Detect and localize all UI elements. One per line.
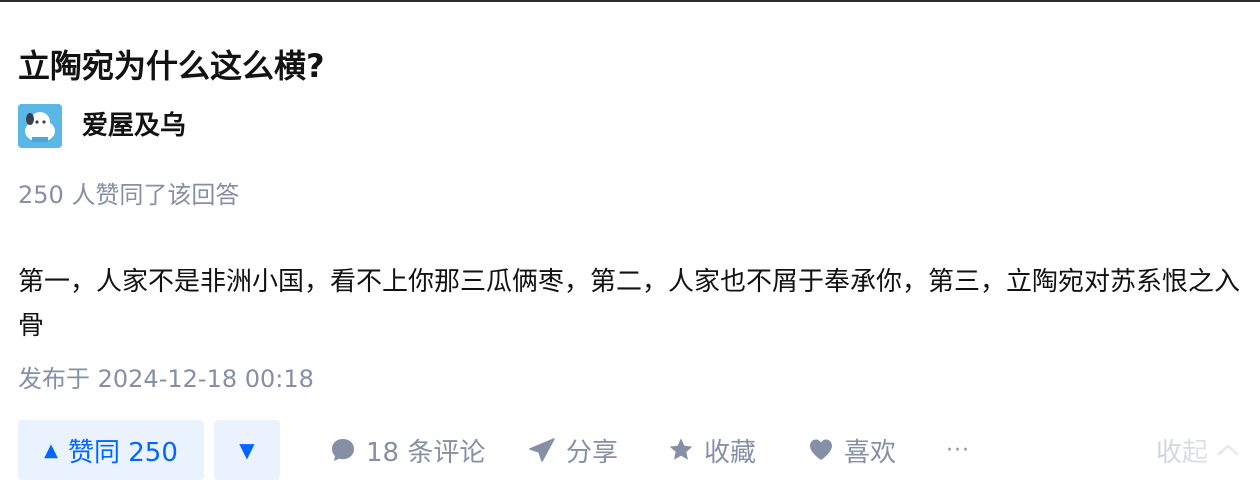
share-button[interactable]: 分享 [528, 420, 618, 480]
question-title[interactable]: 立陶宛为什么这么横? [18, 46, 325, 86]
more-options-button[interactable]: ··· [946, 420, 970, 480]
answer-body: 第一，人家不是非洲小国，看不上你那三瓜俩枣，第二，人家也不屑于奉承你，第三，立陶… [18, 267, 1241, 341]
triangle-up-icon: ▲ [44, 439, 58, 461]
action-bar: ▲ 赞同 250 ▼ 18 条评论 分享 收藏 喜欢 ··· 收起 [18, 420, 1248, 480]
author-name[interactable]: 爱屋及乌 [82, 102, 186, 150]
more-icon: ··· [946, 437, 970, 463]
triangle-down-icon: ▼ [239, 438, 255, 462]
author-row: 爱屋及乌 [18, 102, 186, 150]
upvote-label: 赞同 250 [67, 437, 178, 468]
answer-card: 立陶宛为什么这么横? 爱屋及乌 250 人赞同了该回答 第一，人家不是非洲小国，… [0, 0, 1260, 504]
publish-time[interactable]: 发布于 2024-12-18 00:18 [18, 362, 314, 396]
like-label: 喜欢 [844, 437, 897, 468]
collapse-button[interactable]: 收起 [1156, 420, 1240, 480]
heart-icon [810, 439, 832, 460]
collect-button[interactable]: 收藏 [668, 420, 756, 480]
comment-label: 18 条评论 [366, 437, 486, 468]
paper-plane-share-icon [529, 438, 555, 462]
share-label: 分享 [566, 437, 619, 468]
comment-bubble-icon [332, 439, 354, 461]
vote-summary: 250 人赞同了该回答 [18, 181, 240, 209]
chevron-up-icon [1217, 444, 1239, 456]
star-icon [669, 438, 693, 460]
collapse-label: 收起 [1156, 437, 1209, 468]
comment-button[interactable]: 18 条评论 [330, 420, 485, 480]
downvote-button[interactable]: ▼ [214, 420, 280, 480]
cartoon-dog-avatar-icon [18, 104, 62, 148]
upvote-button[interactable]: ▲ 赞同 250 [18, 420, 204, 480]
avatar[interactable] [18, 104, 62, 148]
like-button[interactable]: 喜欢 [808, 420, 896, 480]
collect-label: 收藏 [704, 437, 757, 468]
